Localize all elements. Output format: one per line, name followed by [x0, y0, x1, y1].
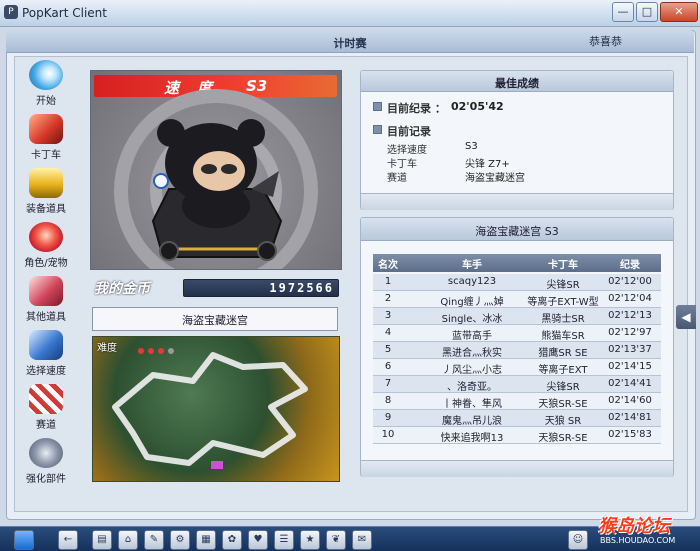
best-record-title: 最佳成绩 — [495, 77, 539, 90]
track-name-box: 海盗宝藏迷宫 — [92, 307, 338, 331]
track-icon — [29, 384, 63, 414]
character-preview[interactable]: 速度 S3 — [90, 70, 342, 270]
gift-box-icon[interactable]: ✿ — [222, 530, 242, 550]
table-row[interactable]: 10 快来追我啊13 天狼SR-SE 02'15'83 — [373, 427, 661, 444]
gift-icon — [29, 276, 63, 306]
table-row[interactable]: 8 丨神眷、隼风 天狼SR-SE 02'14'60 — [373, 393, 661, 410]
user-name: 恭喜恭 — [589, 35, 622, 48]
maximize-button[interactable]: □ — [636, 2, 658, 22]
speed-icon — [29, 330, 63, 360]
ranking-footer — [361, 460, 673, 477]
record-kart-label: 卡丁车 — [387, 159, 417, 170]
back-arrow-icon[interactable]: ← — [58, 530, 78, 550]
forum-watermark-url: BBS.HOUDAO.COM — [600, 536, 676, 545]
current-record-label: 目前纪录 ： — [387, 102, 446, 115]
table-row[interactable]: 2 Qing缠丿灬婥 等离子EXT-W型 02'12'04 — [373, 291, 661, 308]
table-row[interactable]: 7 、洛奇亚。 尖锋SR 02'14'41 — [373, 376, 661, 393]
track-name: 海盗宝藏迷宫 — [182, 314, 248, 327]
best-record-footer — [361, 193, 673, 210]
track-path-icon — [112, 348, 308, 469]
menu-item-start[interactable]: 开始 — [18, 60, 74, 110]
character-on-kart-icon — [114, 89, 318, 269]
stars-icon[interactable]: ★ — [300, 530, 320, 550]
menu-item-upgrade-parts[interactable]: 强化部件 — [18, 438, 74, 488]
record-track-value: 海盗宝藏迷宫 — [465, 173, 525, 184]
home-icon[interactable]: ⌂ — [118, 530, 138, 550]
table-row[interactable]: 6 丿风尘灬小志 等离子EXT 02'14'15 — [373, 359, 661, 376]
current-log-label: 目前记录 — [387, 125, 431, 138]
column-header-rank: 名次 — [378, 260, 398, 271]
record-kart-value: 尖锋 Z7+ — [465, 159, 510, 170]
column-header-kart: 卡丁车 — [548, 260, 578, 271]
ranking-panel: 海盗宝藏迷宫 S3 名次 车手 卡丁车 纪录 1 scaqy123 尖锋SR 0… — [360, 217, 674, 477]
character-icon — [29, 222, 63, 252]
shop-icon[interactable]: ▤ — [92, 530, 112, 550]
record-track-label: 赛道 — [387, 173, 407, 184]
app-logo-icon: P — [4, 5, 18, 19]
coins-value: 1972566 — [269, 281, 334, 295]
minimize-button[interactable]: — — [612, 2, 634, 22]
table-row[interactable]: 1 scaqy123 尖锋SR 02'12'00 — [373, 274, 661, 291]
best-record-panel: 最佳成绩 目前纪录 ： 02'05'42 目前记录 选择速度 S3 卡丁车 尖锋… — [360, 70, 674, 210]
garage-icon[interactable]: ▦ — [196, 530, 216, 550]
column-header-time: 纪录 — [620, 260, 640, 271]
current-record-value: 02'05'42 — [451, 100, 504, 113]
heart-icon[interactable]: ♥ — [248, 530, 268, 550]
bullet-icon — [373, 102, 382, 111]
leaf-icon[interactable]: ❦ — [326, 530, 346, 550]
record-speed-label: 选择速度 — [387, 145, 427, 156]
goggles-icon — [29, 168, 63, 198]
menu-item-character[interactable]: 角色/宠物 — [18, 222, 74, 272]
tools-icon[interactable]: ✎ — [144, 530, 164, 550]
map-difficulty-label: 难度 — [97, 343, 117, 354]
book-icon[interactable]: ☰ — [274, 530, 294, 550]
ranking-header: 海盗宝藏迷宫 S3 — [361, 218, 673, 241]
menu-item-track[interactable]: 赛道 — [18, 384, 74, 434]
play-icon — [29, 60, 63, 90]
coins-display: 1972566 — [183, 279, 339, 297]
parts-icon — [29, 438, 63, 468]
coins-label: 我的金币 — [94, 281, 150, 297]
settings-icon[interactable]: ⚙ — [170, 530, 190, 550]
table-row[interactable]: 4 蓝带高手 熊猫车SR 02'12'97 — [373, 325, 661, 342]
bottom-toolbar: ← ▤ ⌂ ✎ ⚙ ▦ ✿ ♥ ☰ ★ ❦ ✉ ☺ — [0, 526, 700, 551]
ranking-title: 海盗宝藏迷宫 S3 — [475, 225, 559, 238]
table-row[interactable]: 9 魔鬼灬吊儿浪 天狼 SR 02'14'81 — [373, 410, 661, 427]
bullet-icon — [373, 125, 382, 134]
best-record-header: 最佳成绩 — [361, 71, 673, 92]
window-titlebar: P PopKart Client — □ ✕ — [0, 0, 700, 27]
side-collapse-button[interactable]: ◀ — [676, 305, 696, 329]
system-icon[interactable] — [14, 530, 34, 550]
table-row[interactable]: 5 黑进合灬秋实 猎鹰SR SE 02'13'37 — [373, 342, 661, 359]
menu-item-other-items[interactable]: 其他道具 — [18, 276, 74, 326]
column-header-driver: 车手 — [462, 260, 482, 271]
ranking-table-header: 名次 车手 卡丁车 纪录 — [373, 254, 661, 272]
menu-item-select-speed[interactable]: 选择速度 — [18, 330, 74, 380]
track-map: 难度 — [92, 336, 340, 482]
menu-item-equipment[interactable]: 装备道具 — [18, 168, 74, 218]
close-button[interactable]: ✕ — [660, 2, 698, 22]
forum-watermark: 猴岛论坛 — [598, 516, 670, 537]
table-row[interactable]: 3 Single、冰冰 黑骑士SR 02'12'13 — [373, 308, 661, 325]
menu-item-kart[interactable]: 卡丁车 — [18, 114, 74, 164]
friends-icon[interactable]: ☺ — [568, 530, 588, 550]
app-title: PopKart Client — [22, 6, 107, 20]
kart-icon — [29, 114, 63, 144]
record-speed-value: S3 — [465, 141, 478, 152]
note-icon[interactable]: ✉ — [352, 530, 372, 550]
frame-header: 计时赛 恭喜恭 — [6, 30, 694, 53]
